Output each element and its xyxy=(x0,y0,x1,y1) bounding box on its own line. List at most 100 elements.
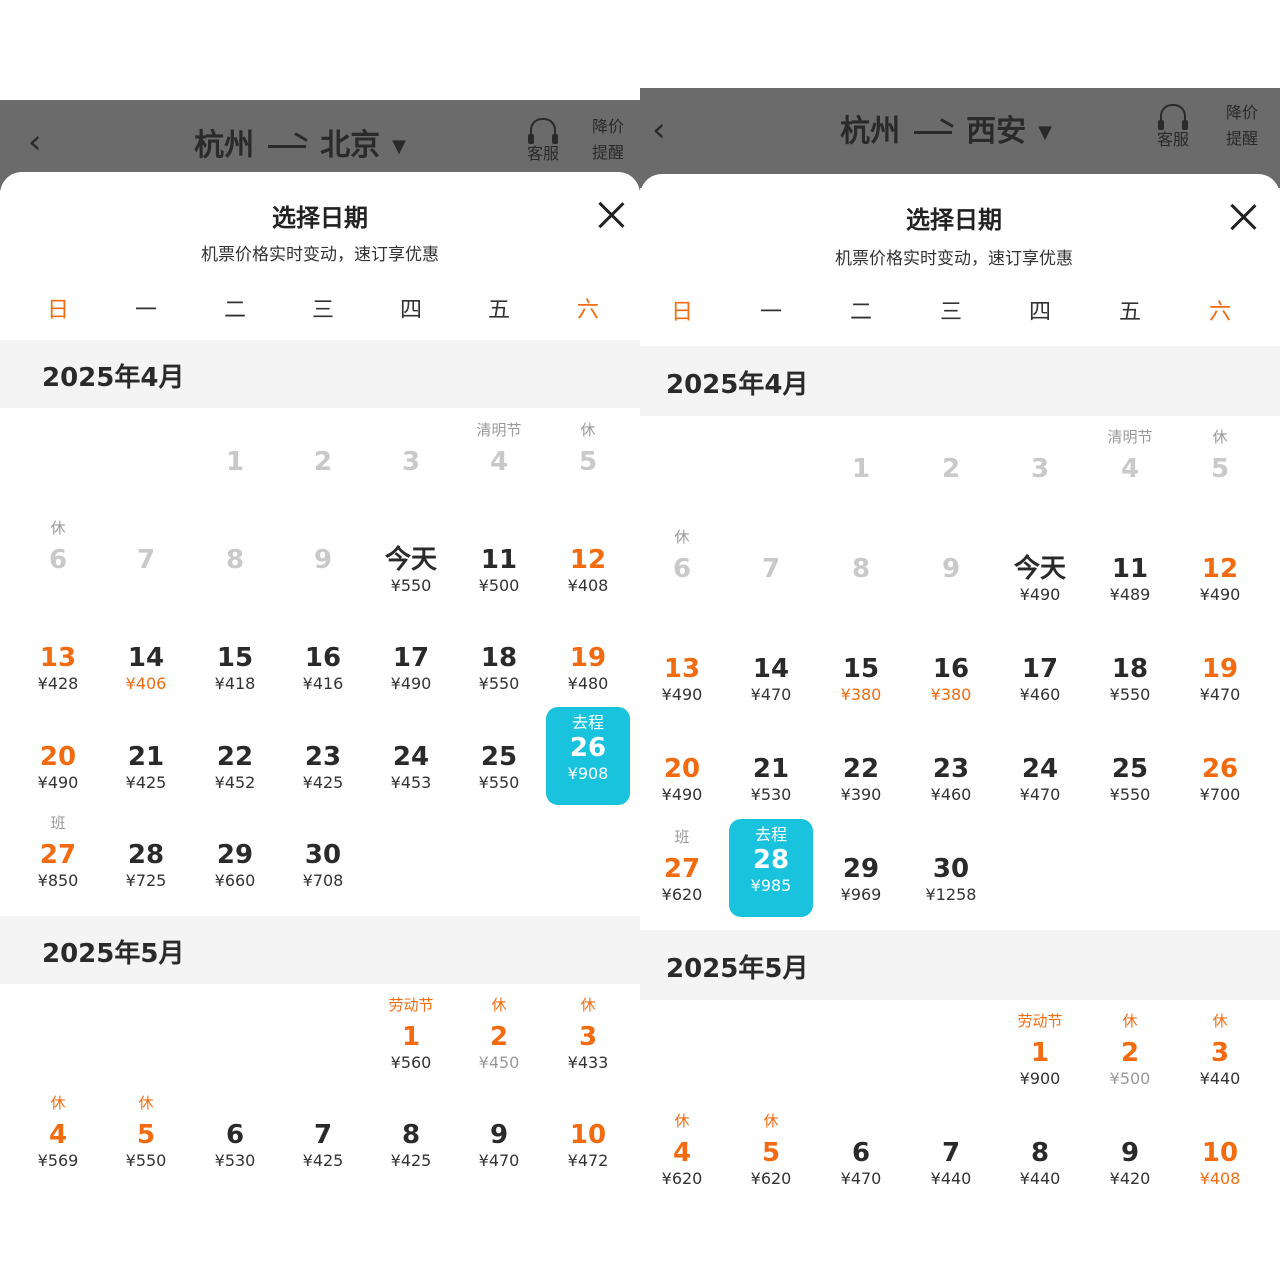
date-cell[interactable]: 19 ¥480 xyxy=(546,643,630,695)
date-cell[interactable]: 15 ¥418 xyxy=(193,643,277,695)
date-cell[interactable]: 21 ¥425 xyxy=(104,742,188,794)
date-cell[interactable]: 16 ¥380 xyxy=(909,654,993,706)
date-cell[interactable]: 6 ¥470 xyxy=(819,1138,903,1190)
day-price: ¥470 xyxy=(840,1169,882,1188)
day-number: 21 xyxy=(752,754,790,784)
customer-service-button[interactable]: 客服 xyxy=(1148,104,1198,150)
date-cell[interactable]: 18 ¥550 xyxy=(1088,654,1172,706)
price-alert-button[interactable]: 降价 提醒 xyxy=(588,114,628,166)
date-cell[interactable]: 24 ¥453 xyxy=(369,742,453,794)
date-cell[interactable]: 14 ¥470 xyxy=(729,654,813,706)
date-cell[interactable]: 9 ¥470 xyxy=(457,1120,541,1172)
date-cell: 休6 xyxy=(16,519,100,575)
date-cell[interactable]: 12 ¥408 xyxy=(546,545,630,597)
day-number: 今天 xyxy=(384,545,437,575)
date-cell[interactable]: 休 2 ¥500 xyxy=(1088,1012,1172,1090)
customer-service-label: 客服 xyxy=(526,144,559,163)
date-cell[interactable]: 今天 ¥550 xyxy=(369,545,453,597)
date-cell[interactable]: 13 ¥428 xyxy=(16,643,100,695)
day-price: ¥530 xyxy=(214,1151,256,1170)
date-cell[interactable]: 29 ¥969 xyxy=(819,854,903,906)
date-cell[interactable]: 班 27 ¥850 xyxy=(16,814,100,892)
date-cell[interactable]: 20 ¥490 xyxy=(640,754,724,806)
date-cell[interactable]: 休 2 ¥450 xyxy=(457,996,541,1074)
date-cell[interactable]: 24 ¥470 xyxy=(998,754,1082,806)
day-number: 3 xyxy=(578,1022,598,1052)
date-cell[interactable]: 12 ¥490 xyxy=(1178,554,1262,606)
date-cell[interactable]: 29 ¥660 xyxy=(193,840,277,892)
date-cell[interactable]: 8 ¥425 xyxy=(369,1120,453,1172)
date-picker-sheet: 选择日期 机票价格实时变动，速订享优惠 日一二三四五六 2025年4月 1 2 3 清明… xyxy=(640,174,1280,1280)
date-cell[interactable]: 30 ¥708 xyxy=(281,840,365,892)
date-cell[interactable]: 15 ¥380 xyxy=(819,654,903,706)
date-cell[interactable]: 25 ¥550 xyxy=(457,742,541,794)
selected-date-cell[interactable]: 去程 26 ¥908 xyxy=(546,707,630,805)
price-alert-button[interactable]: 降价 提醒 xyxy=(1222,100,1262,152)
date-cell[interactable]: 22 ¥390 xyxy=(819,754,903,806)
date-cell[interactable]: 21 ¥530 xyxy=(729,754,813,806)
holiday-tag: 休 xyxy=(138,1094,154,1112)
day-price: ¥380 xyxy=(930,685,972,704)
date-cell[interactable]: 休 4 ¥569 xyxy=(16,1094,100,1172)
date-cell[interactable]: 30 ¥1258 xyxy=(909,854,993,906)
date-cell[interactable]: 10 ¥472 xyxy=(546,1120,630,1172)
date-cell[interactable]: 9 ¥420 xyxy=(1088,1138,1172,1190)
date-cell[interactable]: 10 ¥408 xyxy=(1178,1138,1262,1190)
sheet-title: 选择日期 xyxy=(906,206,1002,234)
date-cell[interactable]: 13 ¥490 xyxy=(640,654,724,706)
date-cell[interactable]: 23 ¥425 xyxy=(281,742,365,794)
date-cell[interactable]: 20 ¥490 xyxy=(16,742,100,794)
day-number: 23 xyxy=(932,754,970,784)
day-price: ¥433 xyxy=(567,1053,609,1072)
day-number: 2 xyxy=(313,447,333,477)
date-cell[interactable]: 19 ¥470 xyxy=(1178,654,1262,706)
date-cell[interactable]: 劳动节 1 ¥560 xyxy=(369,996,453,1074)
date-cell[interactable]: 28 ¥725 xyxy=(104,840,188,892)
date-cell[interactable]: 休 3 ¥433 xyxy=(546,996,630,1074)
day-price: ¥620 xyxy=(750,1169,792,1188)
day-number: 1 xyxy=(225,447,245,477)
day-price: ¥472 xyxy=(567,1151,609,1170)
date-cell[interactable]: 劳动节 1 ¥900 xyxy=(998,1012,1082,1090)
selected-date-cell[interactable]: 去程 28 ¥985 xyxy=(729,819,813,917)
day-number: 2 xyxy=(941,454,961,484)
date-cell[interactable]: 14 ¥406 xyxy=(104,643,188,695)
day-number: 6 xyxy=(851,1138,871,1168)
date-cell: 3 xyxy=(369,447,453,477)
date-cell[interactable]: 23 ¥460 xyxy=(909,754,993,806)
customer-service-button[interactable]: 客服 xyxy=(518,118,568,164)
date-cell[interactable]: 17 ¥460 xyxy=(998,654,1082,706)
date-cell[interactable]: 26 ¥700 xyxy=(1178,754,1262,806)
date-cell[interactable]: 25 ¥550 xyxy=(1088,754,1172,806)
date-cell[interactable]: 休 5 ¥550 xyxy=(104,1094,188,1172)
date-cell[interactable]: 休 4 ¥620 xyxy=(640,1112,724,1190)
date-cell[interactable]: 休 5 ¥620 xyxy=(729,1112,813,1190)
day-number: 28 xyxy=(752,845,790,875)
weekday-label: 一 xyxy=(134,298,157,323)
date-cell[interactable]: 今天 ¥490 xyxy=(998,554,1082,606)
date-cell[interactable]: 11 ¥489 xyxy=(1088,554,1172,606)
date-cell[interactable]: 7 ¥425 xyxy=(281,1120,365,1172)
date-cell[interactable]: 6 ¥530 xyxy=(193,1120,277,1172)
weekday-label: 三 xyxy=(311,298,334,323)
date-cell[interactable]: 16 ¥416 xyxy=(281,643,365,695)
close-icon[interactable] xyxy=(596,200,626,230)
date-cell[interactable]: 11 ¥500 xyxy=(457,545,541,597)
date-cell[interactable]: 7 ¥440 xyxy=(909,1138,993,1190)
close-icon[interactable] xyxy=(1228,202,1258,232)
day-number: 20 xyxy=(663,754,701,784)
day-number: 18 xyxy=(1111,654,1149,684)
day-price: ¥490 xyxy=(1199,585,1241,604)
date-cell[interactable]: 班 27 ¥620 xyxy=(640,828,724,906)
day-price: ¥850 xyxy=(37,871,79,890)
date-cell[interactable]: 22 ¥452 xyxy=(193,742,277,794)
date-cell[interactable]: 18 ¥550 xyxy=(457,643,541,695)
day-number: 3 xyxy=(1030,454,1050,484)
day-price: ¥428 xyxy=(37,674,79,693)
right-screen: ‹ 杭州 西安 ▼ 客服 降价 提醒 选择日期 机票价格实时变动，速订享优惠 日一二… xyxy=(640,0,1280,1280)
day-number: 4 xyxy=(489,447,509,477)
date-cell[interactable]: 休 3 ¥440 xyxy=(1178,1012,1262,1090)
date-cell[interactable]: 17 ¥490 xyxy=(369,643,453,695)
day-price: ¥418 xyxy=(214,674,256,693)
date-cell[interactable]: 8 ¥440 xyxy=(998,1138,1082,1190)
